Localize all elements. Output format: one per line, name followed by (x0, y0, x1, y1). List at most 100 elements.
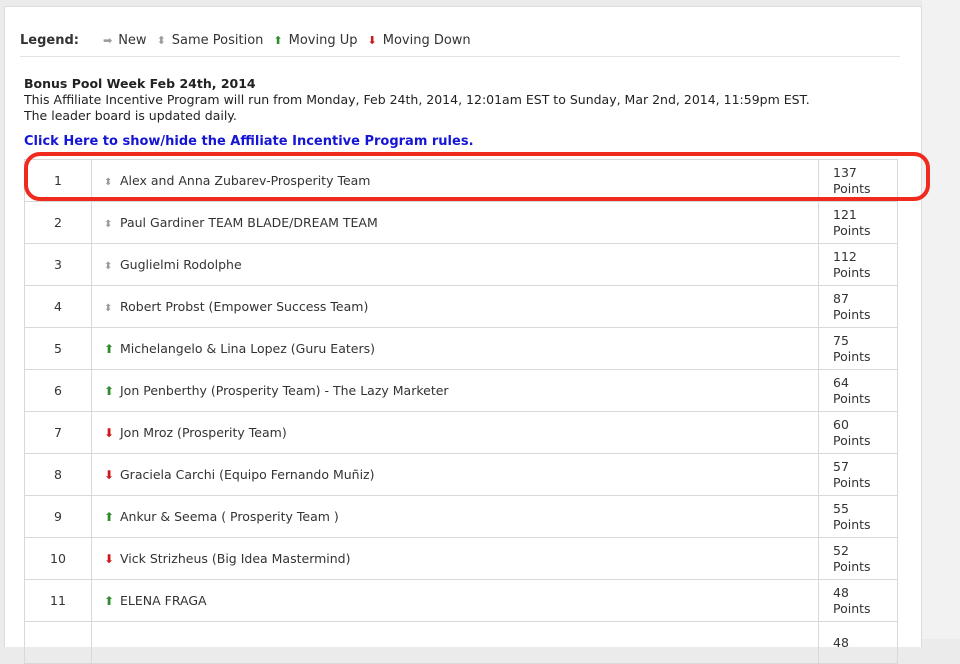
table-row: 1 ⬍ Alex and Anna Zubarev-Prosperity Team 1… (24, 159, 898, 202)
arrow-up-icon: ⬆ (104, 342, 115, 356)
name-cell: ⬇ Graciela Carchi (Equipo Fernando Muñiz) (91, 453, 819, 496)
points-cell: 137 Points (818, 159, 898, 202)
points-unit: Points (833, 600, 871, 616)
table-row: 10 ⬇ Vick Strizheus (Big Idea Mastermind) 5… (24, 537, 898, 580)
affiliate-name: Michelangelo & Lina Lopez (Guru Eaters) (120, 341, 375, 356)
rank-cell: 6 (24, 369, 92, 412)
points-unit: Points (833, 432, 871, 448)
rank-cell: 8 (24, 453, 92, 496)
up-down-icon: ⬍ (104, 219, 113, 230)
points-cell: 48 (818, 621, 898, 664)
arrow-down-icon: ⬇ (104, 426, 115, 440)
rank-cell: 10 (24, 537, 92, 580)
up-down-icon: ⬍ (104, 177, 113, 188)
rank-cell: 9 (24, 495, 92, 538)
arrow-up-icon: ⬆ (104, 594, 115, 608)
legend-bar: Legend: ➡ New ⬍ Same Position ⬆ Moving U… (20, 24, 900, 57)
points-value: 55 (833, 500, 849, 516)
arrow-down-icon: ⬇ (104, 468, 115, 482)
points-cell: 52 Points (818, 537, 898, 580)
points-cell: 57 Points (818, 453, 898, 496)
affiliate-name: Robert Probst (Empower Success Team) (120, 299, 369, 314)
arrow-down-icon: ⬇ (104, 552, 115, 566)
up-down-icon: ⬍ (156, 33, 166, 47)
legend-item-down: ⬇ Moving Down (368, 33, 471, 48)
rank-cell: 4 (24, 285, 92, 328)
table-row: 9 ⬆ Ankur & Seema ( Prosperity Team ) 55 Poi… (24, 495, 898, 538)
points-unit: Points (833, 222, 871, 238)
points-unit: Points (833, 348, 871, 364)
points-cell: 55 Points (818, 495, 898, 538)
affiliate-name: Jon Penberthy (Prosperity Team) - The La… (120, 383, 449, 398)
points-cell: 60 Points (818, 411, 898, 454)
points-unit: Points (833, 516, 871, 532)
leaderboard-table: 1 ⬍ Alex and Anna Zubarev-Prosperity Team 1… (24, 159, 898, 664)
points-cell: 112 Points (818, 243, 898, 286)
legend-item-up: ⬆ Moving Up (273, 33, 357, 48)
affiliate-name: Vick Strizheus (Big Idea Mastermind) (120, 551, 351, 566)
points-unit: Points (833, 264, 871, 280)
legend-label-same: Same Position (171, 32, 264, 48)
name-cell: ⬇ Vick Strizheus (Big Idea Mastermind) (91, 537, 819, 580)
rank-cell: 2 (24, 201, 92, 244)
up-down-icon: ⬍ (104, 261, 113, 272)
points-cell: 87 Points (818, 285, 898, 328)
arrow-up-icon: ⬆ (104, 510, 115, 524)
points-value: 52 (833, 542, 849, 558)
points-value: 60 (833, 416, 849, 432)
points-value: 57 (833, 458, 849, 474)
name-cell: ⬆ Michelangelo & Lina Lopez (Guru Eaters) (91, 327, 819, 370)
table-row: 5 ⬆ Michelangelo & Lina Lopez (Guru Eaters… (24, 327, 898, 370)
points-value: 48 (833, 584, 849, 600)
affiliate-name: Graciela Carchi (Equipo Fernando Muñiz) (120, 467, 375, 482)
table-row: 11 ⬆ ELENA FRAGA 48 Points (24, 579, 898, 622)
legend-label-new: New (118, 32, 147, 48)
program-dates: This Affiliate Incentive Program will ru… (24, 92, 810, 107)
arrow-right-icon: ➡ (102, 33, 113, 47)
name-cell (91, 621, 819, 664)
points-unit: Points (833, 558, 871, 574)
name-cell: ⬍ Robert Probst (Empower Success Team) (91, 285, 819, 328)
program-title: Bonus Pool Week Feb 24th, 2014 (24, 76, 256, 91)
scroll-area (922, 0, 960, 639)
legend-title: Legend: (20, 32, 79, 48)
name-cell: ⬆ ELENA FRAGA (91, 579, 819, 622)
points-unit: Points (833, 474, 871, 490)
table-row: 7 ⬇ Jon Mroz (Prosperity Team) 60 Points (24, 411, 898, 454)
arrow-up-icon: ⬆ (104, 384, 115, 398)
affiliate-name: Guglielmi Rodolphe (120, 257, 242, 272)
name-cell: ⬍ Guglielmi Rodolphe (91, 243, 819, 286)
up-down-icon: ⬍ (104, 303, 113, 314)
name-cell: ⬆ Jon Penberthy (Prosperity Team) - The L… (91, 369, 819, 412)
table-row: 48 (24, 621, 898, 664)
table-row: 8 ⬇ Graciela Carchi (Equipo Fernando Muñiz… (24, 453, 898, 496)
points-value: 112 (833, 248, 857, 264)
table-row: 4 ⬍ Robert Probst (Empower Success Team) 87… (24, 285, 898, 328)
name-cell: ⬍ Alex and Anna Zubarev-Prosperity Team (91, 159, 819, 202)
points-cell: 64 Points (818, 369, 898, 412)
points-cell: 48 Points (818, 579, 898, 622)
rules-toggle-link[interactable]: Click Here to show/hide the Affiliate In… (24, 134, 474, 149)
affiliate-name: Jon Mroz (Prosperity Team) (120, 425, 287, 440)
name-cell: ⬆ Ankur & Seema ( Prosperity Team ) (91, 495, 819, 538)
affiliate-name: Alex and Anna Zubarev-Prosperity Team (120, 173, 371, 188)
points-value: 48 (833, 634, 849, 650)
table-row: 2 ⬍ Paul Gardiner TEAM BLADE/DREAM TEAM 121… (24, 201, 898, 244)
name-cell: ⬇ Jon Mroz (Prosperity Team) (91, 411, 819, 454)
rank-cell: 5 (24, 327, 92, 370)
name-cell: ⬍ Paul Gardiner TEAM BLADE/DREAM TEAM (91, 201, 819, 244)
arrow-up-icon: ⬆ (273, 33, 283, 47)
legend-label-up: Moving Up (288, 32, 358, 48)
legend-label-down: Moving Down (382, 32, 471, 48)
legend-item-new: ➡ New (103, 33, 147, 48)
rank-cell (24, 621, 92, 664)
affiliate-name: Ankur & Seema ( Prosperity Team ) (120, 509, 339, 524)
program-info: Bonus Pool Week Feb 24th, 2014 This Affi… (24, 76, 904, 124)
points-value: 75 (833, 332, 849, 348)
points-unit: Points (833, 390, 871, 406)
arrow-down-icon: ⬇ (367, 33, 377, 47)
rank-cell: 3 (24, 243, 92, 286)
program-update-note: The leader board is updated daily. (24, 108, 237, 123)
rank-cell: 7 (24, 411, 92, 454)
points-cell: 75 Points (818, 327, 898, 370)
